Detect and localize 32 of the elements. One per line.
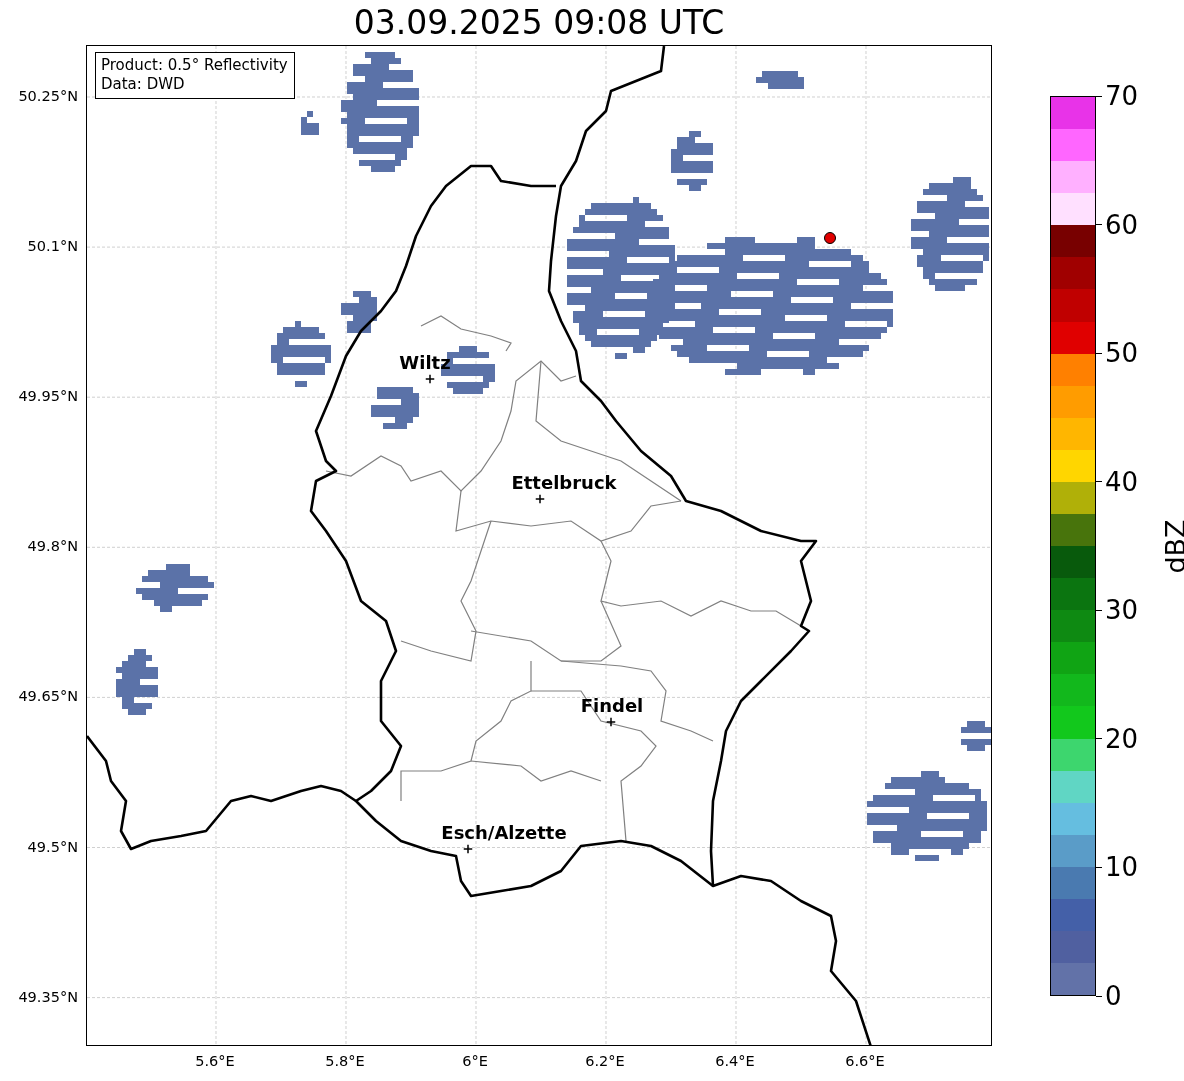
plus-marker-icon [425, 374, 435, 384]
city-label: Ettelbruck [511, 474, 617, 492]
latitude-label: 49.65°N [18, 689, 78, 704]
latitude-label: 49.95°N [18, 389, 78, 404]
colorbar-tick-label: 0 [1105, 983, 1122, 1009]
radar-site-marker [824, 232, 836, 244]
colorbar-tick-label: 50 [1105, 340, 1139, 367]
plus-marker-icon [463, 844, 473, 854]
colorbar-tick-label: 70 [1105, 83, 1139, 109]
latitude-label: 50.1°N [27, 239, 78, 254]
longitude-label: 6°E [462, 1054, 488, 1069]
colorbar-tick-label: 10 [1105, 854, 1139, 881]
colorbar-tick-label: 20 [1105, 725, 1139, 752]
colorbar-tick-label: 40 [1105, 468, 1139, 495]
longitude-label: 5.6°E [195, 1054, 235, 1069]
latitude-label: 49.8°N [27, 539, 78, 554]
longitude-label: 6.2°E [585, 1054, 625, 1069]
legend-text: Product: 0.5° Reflectivity [101, 56, 288, 75]
plus-marker-icon [606, 717, 616, 727]
latitude-label: 50.25°N [18, 89, 78, 104]
colorbar-tick-label: 30 [1105, 597, 1139, 624]
legend-text: Data: DWD [101, 75, 186, 94]
longitude-label: 6.4°E [715, 1054, 755, 1069]
city-label: Findel [580, 697, 644, 715]
longitude-label: 5.8°E [325, 1054, 365, 1069]
latitude-label: 49.35°N [18, 989, 78, 1005]
city-label: Esch/Alzette [441, 824, 567, 842]
latitude-label: 49.5°N [27, 839, 78, 854]
plus-marker-icon [535, 494, 545, 504]
colorbar-tick-label: 60 [1105, 211, 1139, 238]
longitude-label: 6.6°E [845, 1054, 885, 1069]
chart-title: 03.09.2025 09:08 UTC [353, 6, 725, 39]
